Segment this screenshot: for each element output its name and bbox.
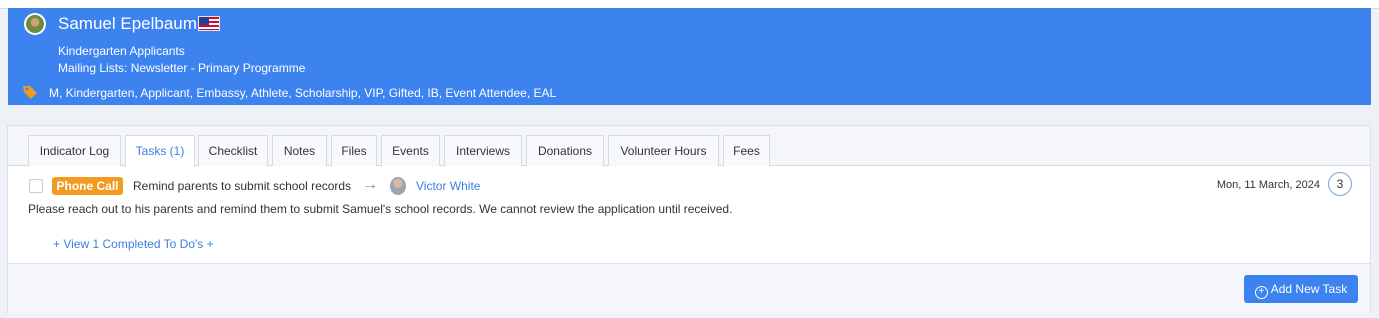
- tag-icon: [23, 86, 37, 99]
- assignee-link[interactable]: Victor White: [416, 179, 480, 193]
- tab-interviews[interactable]: Interviews: [444, 135, 522, 166]
- us-flag-icon: [198, 16, 220, 31]
- assignee-avatar: [390, 177, 406, 195]
- comment-count-bubble[interactable]: 3: [1328, 172, 1352, 196]
- contact-group: Kindergarten Applicants: [58, 44, 185, 58]
- contact-avatar: [24, 13, 46, 35]
- contact-header: Samuel Epelbaum Kindergarten Applicants …: [8, 8, 1371, 105]
- tab-volunteer-hours[interactable]: Volunteer Hours: [608, 135, 719, 166]
- add-new-task-button[interactable]: + Add New Task: [1244, 275, 1358, 303]
- task-description: Please reach out to his parents and remi…: [28, 202, 733, 216]
- contact-tags: M, Kindergarten, Applicant, Embassy, Ath…: [49, 86, 557, 100]
- task-checkbox[interactable]: [29, 179, 43, 193]
- task-date: Mon, 11 March, 2024: [1216, 179, 1320, 191]
- tab-indicator-log[interactable]: Indicator Log: [28, 135, 121, 166]
- panel-footer: + Add New Task: [8, 263, 1370, 314]
- tab-donations[interactable]: Donations: [526, 135, 604, 166]
- tab-files[interactable]: Files: [331, 135, 377, 166]
- contact-name: Samuel Epelbaum: [58, 14, 197, 33]
- tasks-panel: Indicator Log Tasks (1) Checklist Notes …: [7, 125, 1371, 314]
- task-type-badge: Phone Call: [52, 177, 123, 195]
- tab-checklist[interactable]: Checklist: [198, 135, 268, 166]
- view-completed-link[interactable]: + View 1 Completed To Do's +: [53, 237, 214, 251]
- tab-events[interactable]: Events: [381, 135, 440, 166]
- tab-notes[interactable]: Notes: [272, 135, 327, 166]
- plus-circle-icon: +: [1254, 286, 1268, 299]
- arrow-right-icon: →: [362, 176, 378, 193]
- mailing-lists: Mailing Lists: Newsletter - Primary Prog…: [58, 61, 306, 75]
- task-title: Remind parents to submit school records: [133, 179, 352, 193]
- tab-fees[interactable]: Fees: [723, 135, 770, 166]
- add-new-task-label: Add New Task: [1270, 282, 1348, 296]
- tab-tasks[interactable]: Tasks (1): [125, 135, 195, 167]
- tab-bar: Indicator Log Tasks (1) Checklist Notes …: [8, 126, 1370, 167]
